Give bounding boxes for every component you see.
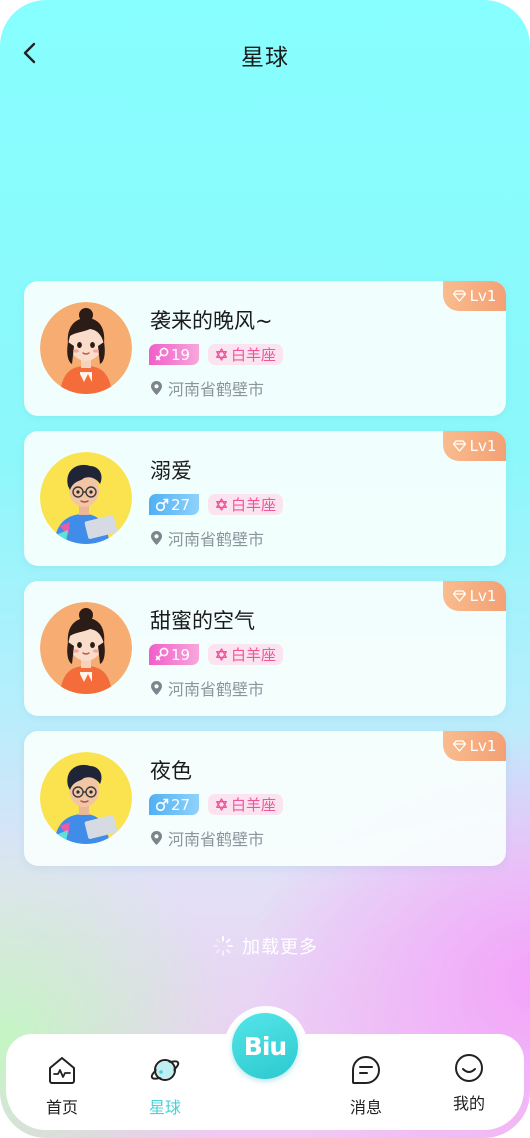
level-badge: Lv1 <box>443 281 506 311</box>
level-text: Lv1 <box>469 737 497 755</box>
age-tag: 27 <box>149 494 199 515</box>
location-text: 河南省鹤壁市 <box>168 680 265 699</box>
location-pin-icon <box>151 381 162 395</box>
age-text: 19 <box>171 345 191 364</box>
avatar[interactable] <box>40 452 132 544</box>
planet-icon <box>150 1059 180 1081</box>
female-icon <box>155 647 169 661</box>
tab-planet[interactable]: 星球 <box>129 1050 201 1120</box>
user-nickname: 甜蜜的空气 <box>150 609 255 633</box>
message-icon <box>352 1055 381 1084</box>
zodiac-tag: 白羊座 <box>208 794 284 815</box>
diamond-icon <box>452 440 466 452</box>
page-title: 星球 <box>241 45 289 71</box>
boy-avatar-icon <box>40 452 132 544</box>
star-of-david-icon <box>216 348 227 361</box>
user-card[interactable]: Lv1 溺爱 27 白羊座 河南省鹤壁市 <box>24 431 506 566</box>
user-nickname: 袭来的晚风~ <box>150 309 273 333</box>
level-badge: Lv1 <box>443 731 506 761</box>
nav-bar: 星球 <box>0 30 530 76</box>
male-icon <box>155 798 169 812</box>
profile-icon <box>455 1054 483 1082</box>
level-badge: Lv1 <box>443 431 506 461</box>
age-text: 27 <box>171 795 191 814</box>
zodiac-text: 白羊座 <box>231 346 277 364</box>
level-text: Lv1 <box>469 287 497 305</box>
girl-avatar-icon <box>40 602 132 694</box>
load-more[interactable]: 加载更多 <box>0 933 530 959</box>
star-of-david-icon <box>216 798 227 811</box>
user-tags: 19 白羊座 <box>149 344 284 365</box>
avatar[interactable] <box>40 752 132 844</box>
tab-profile[interactable]: 我的 <box>433 1050 505 1120</box>
tab-messages[interactable]: 消息 <box>330 1050 402 1120</box>
tab-home[interactable]: 首页 <box>26 1050 98 1120</box>
location: 河南省鹤壁市 <box>150 676 264 700</box>
age-text: 19 <box>171 645 191 664</box>
location-text: 河南省鹤壁市 <box>168 830 265 849</box>
location-pin-icon <box>151 531 162 545</box>
user-card[interactable]: Lv1 甜蜜的空气 19 白羊座 河南省鹤壁市 <box>24 581 506 716</box>
diamond-icon <box>452 590 466 602</box>
age-tag: 19 <box>149 344 199 365</box>
user-tags: 27 白羊座 <box>149 794 284 815</box>
age-text: 27 <box>171 495 191 514</box>
biu-label: Biu <box>243 1031 287 1061</box>
zodiac-text: 白羊座 <box>231 646 277 664</box>
star-of-david-icon <box>216 648 227 661</box>
male-icon <box>155 498 169 512</box>
home-icon <box>49 1057 75 1084</box>
user-tags: 27 白羊座 <box>149 494 284 515</box>
loading-spinner-icon <box>213 936 233 956</box>
avatar[interactable] <box>40 602 132 694</box>
load-more-text: 加载更多 <box>242 937 318 958</box>
tab-label: 消息 <box>349 1098 382 1117</box>
user-nickname: 溺爱 <box>150 459 192 483</box>
tab-label: 星球 <box>148 1098 181 1117</box>
boy-avatar-icon <box>40 752 132 844</box>
level-badge: Lv1 <box>443 581 506 611</box>
location-text: 河南省鹤壁市 <box>168 530 265 549</box>
zodiac-tag: 白羊座 <box>208 344 284 365</box>
diamond-icon <box>452 740 466 752</box>
biu-center-button[interactable]: Biu <box>232 1013 298 1079</box>
female-icon <box>155 347 169 361</box>
zodiac-tag: 白羊座 <box>208 494 284 515</box>
location: 河南省鹤壁市 <box>150 526 264 550</box>
zodiac-text: 白羊座 <box>231 496 277 514</box>
zodiac-tag: 白羊座 <box>208 644 284 665</box>
level-text: Lv1 <box>469 587 497 605</box>
star-of-david-icon <box>216 498 227 511</box>
avatar[interactable] <box>40 302 132 394</box>
level-text: Lv1 <box>469 437 497 455</box>
user-tags: 19 白羊座 <box>149 644 284 665</box>
user-nickname: 夜色 <box>150 759 192 783</box>
tab-label: 我的 <box>452 1094 485 1113</box>
location-text: 河南省鹤壁市 <box>168 380 265 399</box>
girl-avatar-icon <box>40 302 132 394</box>
screen: 星球 Lv1 袭来的晚风~ 19 白羊座 河南省鹤壁市 Lv1 溺爱 27 白羊… <box>0 0 530 1138</box>
location: 河南省鹤壁市 <box>150 376 264 400</box>
user-card[interactable]: Lv1 夜色 27 白羊座 河南省鹤壁市 <box>24 731 506 866</box>
age-tag: 27 <box>149 794 199 815</box>
user-card[interactable]: Lv1 袭来的晚风~ 19 白羊座 河南省鹤壁市 <box>24 281 506 416</box>
tab-label: 首页 <box>45 1098 78 1117</box>
location-pin-icon <box>151 831 162 845</box>
location: 河南省鹤壁市 <box>150 826 264 850</box>
location-pin-icon <box>151 681 162 695</box>
diamond-icon <box>452 290 466 302</box>
age-tag: 19 <box>149 644 199 665</box>
zodiac-text: 白羊座 <box>231 796 277 814</box>
